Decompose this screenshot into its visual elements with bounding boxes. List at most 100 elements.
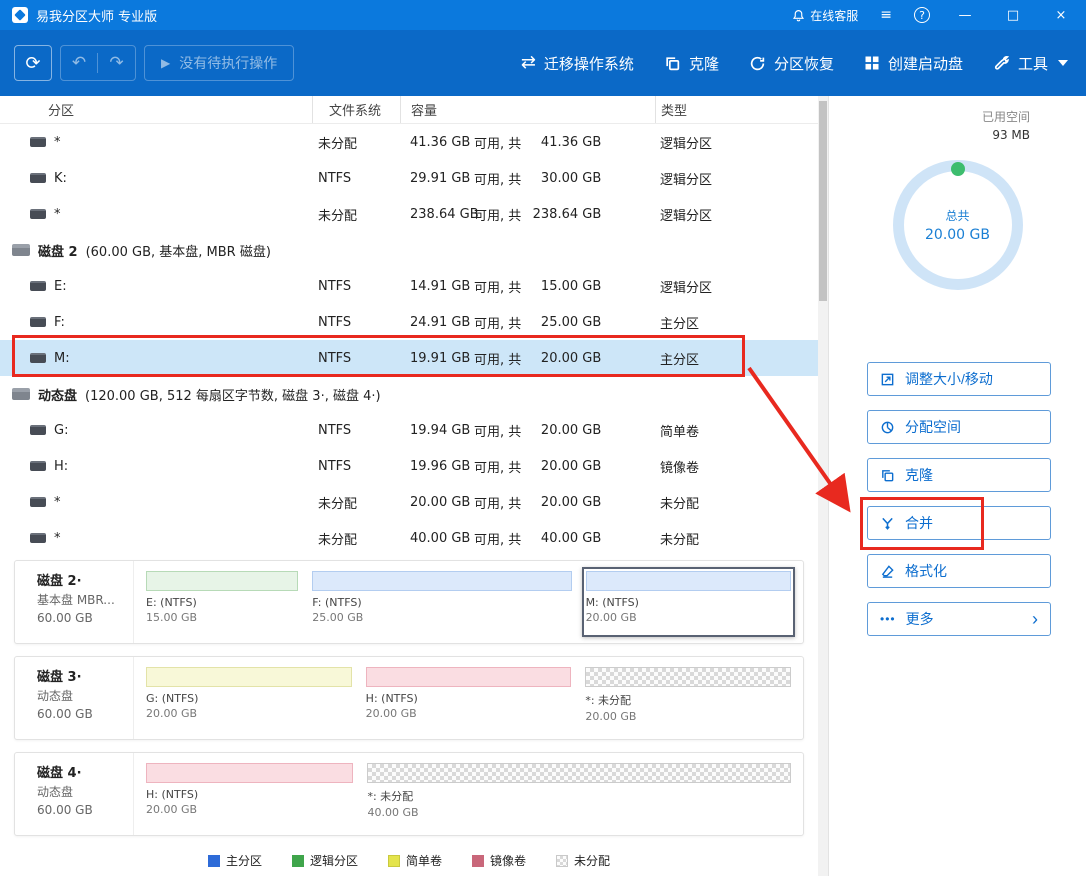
column-header-type[interactable]: 类型 xyxy=(655,96,818,123)
vertical-scrollbar[interactable] xyxy=(818,96,828,876)
partition-bar xyxy=(367,763,791,783)
clone-toolbar-label: 克隆 xyxy=(689,53,719,74)
undo-icon[interactable]: ↶ xyxy=(61,53,98,73)
online-service-button[interactable]: 在线客服 xyxy=(792,7,858,24)
resize-move-icon xyxy=(880,372,895,387)
undo-redo-group: ↶ ↷ xyxy=(60,45,136,81)
table-row[interactable]: * 未分配 40.00 GB可用, 共40.00 GB 未分配 xyxy=(0,520,818,556)
clone-toolbar-button[interactable]: 克隆 xyxy=(664,53,719,74)
partition-icon xyxy=(30,209,46,219)
table-row[interactable]: * 未分配 41.36 GB可用, 共41.36 GB 逻辑分区 xyxy=(0,124,818,160)
partition-block[interactable]: *: 未分配 40.00 GB xyxy=(363,759,795,829)
bootable-disk-icon xyxy=(864,55,880,71)
refresh-button[interactable]: ⟳ xyxy=(14,45,52,81)
legend-mirror-swatch xyxy=(472,855,484,867)
partition-block-size: 25.00 GB xyxy=(312,611,571,624)
table-row-selected[interactable]: M: NTFS 19.91 GB可用, 共20.00 GB 主分区 xyxy=(0,340,818,376)
minimize-button[interactable]: — xyxy=(952,8,978,23)
table-row[interactable]: G: NTFS 19.94 GB可用, 共20.00 GB 简单卷 xyxy=(0,412,818,448)
table-row[interactable]: * 未分配 238.64 GB可用, 共238.64 GB 逻辑分区 xyxy=(0,196,818,232)
allocate-space-label: 分配空间 xyxy=(905,417,961,437)
capacity-sep: 可用, 共 xyxy=(474,133,521,152)
partition-block-label: H: (NTFS) xyxy=(366,692,572,705)
partition-block[interactable]: H: (NTFS) 20.00 GB xyxy=(362,663,576,733)
merge-icon xyxy=(880,516,895,531)
partition-block[interactable]: G: (NTFS) 20.00 GB xyxy=(142,663,356,733)
disk-group-row[interactable]: 动态盘 (120.00 GB, 512 每扇区字节数, 磁盘 3·, 磁盘 4·… xyxy=(0,376,818,412)
partition-name: F: xyxy=(54,315,65,330)
capacity-free: 238.64 GB xyxy=(410,207,468,222)
capacity-total: 15.00 GB xyxy=(527,279,601,294)
allocate-space-icon xyxy=(880,420,895,435)
partition-icon xyxy=(30,281,46,291)
format-button[interactable]: 格式化 xyxy=(867,554,1051,588)
table-row[interactable]: * 未分配 20.00 GB可用, 共20.00 GB 未分配 xyxy=(0,484,818,520)
table-row[interactable]: E: NTFS 14.91 GB可用, 共15.00 GB 逻辑分区 xyxy=(0,268,818,304)
partition-name: M: xyxy=(54,351,70,366)
clone-button[interactable]: 克隆 xyxy=(867,458,1051,492)
disk-detail: (120.00 GB, 512 每扇区字节数, 磁盘 3·, 磁盘 4·) xyxy=(85,385,381,404)
capacity-sep: 可用, 共 xyxy=(474,205,521,224)
help-icon[interactable]: ? xyxy=(914,7,930,23)
disk-detail: (60.00 GB, 基本盘, MBR 磁盘) xyxy=(86,241,271,260)
allocate-space-button[interactable]: 分配空间 xyxy=(867,410,1051,444)
partition-block[interactable]: E: (NTFS) 15.00 GB xyxy=(142,567,302,637)
partition-icon xyxy=(30,533,46,543)
partition-name: * xyxy=(54,495,61,510)
capacity-free: 20.00 GB xyxy=(410,495,468,510)
disk-map-section: 磁盘 2· 基本盘 MBR... 60.00 GB E: (NTFS) 15.0… xyxy=(0,556,818,836)
type-value: 简单卷 xyxy=(655,421,818,440)
partition-bar xyxy=(146,667,352,687)
partition-name: * xyxy=(54,207,61,222)
partition-block[interactable]: *: 未分配 20.00 GB xyxy=(581,663,795,733)
menu-icon[interactable]: ≡ xyxy=(880,8,892,22)
partition-block[interactable]: H: (NTFS) 20.00 GB xyxy=(142,759,357,829)
column-header-capacity[interactable]: 容量 xyxy=(400,96,655,123)
donut-center-label: 总共 xyxy=(945,207,969,224)
pending-operations-button[interactable]: ▶ 没有待执行操作 xyxy=(144,45,294,81)
tools-button[interactable]: 工具 xyxy=(993,53,1068,74)
capacity-sep: 可用, 共 xyxy=(474,313,521,332)
clone-label: 克隆 xyxy=(905,465,933,485)
merge-button[interactable]: 合并 xyxy=(867,506,1051,540)
column-header-partition[interactable]: 分区 xyxy=(0,96,312,123)
partition-icon xyxy=(30,461,46,471)
close-button[interactable]: × xyxy=(1048,8,1074,23)
create-bootable-button[interactable]: 创建启动盘 xyxy=(864,53,963,74)
table-row[interactable]: F: NTFS 24.91 GB可用, 共25.00 GB 主分区 xyxy=(0,304,818,340)
legend: 主分区 逻辑分区 简单卷 镜像卷 未分配 xyxy=(0,848,818,869)
table-row[interactable]: K: NTFS 29.91 GB可用, 共30.00 GB 逻辑分区 xyxy=(0,160,818,196)
partition-block-size: 20.00 GB xyxy=(146,803,353,816)
app-window: 易我分区大师 专业版 在线客服 ≡ ? — □ × ⟳ ↶ ↷ ▶ 没有待执行操… xyxy=(0,0,1086,876)
more-button[interactable]: ••• 更多 › xyxy=(867,602,1051,636)
migrate-os-button[interactable]: ⇄ 迁移操作系统 xyxy=(521,53,634,74)
disk-group-row[interactable]: 磁盘 2 (60.00 GB, 基本盘, MBR 磁盘) xyxy=(0,232,818,268)
table-row[interactable]: H: NTFS 19.96 GB可用, 共20.00 GB 镜像卷 xyxy=(0,448,818,484)
resize-move-button[interactable]: 调整大小/移动 xyxy=(867,362,1051,396)
capacity-sep: 可用, 共 xyxy=(474,277,521,296)
disk-map-size: 60.00 GB xyxy=(37,705,133,723)
partition-name: * xyxy=(54,531,61,546)
scrollbar-thumb[interactable] xyxy=(819,101,827,301)
disk-map-size: 60.00 GB xyxy=(37,609,133,627)
partition-bar xyxy=(586,571,791,591)
used-space-value: 93 MB xyxy=(982,126,1030,144)
column-header-filesystem[interactable]: 文件系统 xyxy=(312,96,400,123)
filesystem-value: NTFS xyxy=(312,279,400,294)
redo-icon[interactable]: ↷ xyxy=(98,53,135,73)
capacity-free: 19.94 GB xyxy=(410,423,468,438)
partition-recovery-label: 分区恢复 xyxy=(774,53,834,74)
partition-icon xyxy=(30,353,46,363)
capacity-sep: 可用, 共 xyxy=(474,493,521,512)
capacity-donut-chart: 总共 20.00 GB xyxy=(893,160,1023,290)
capacity-free: 19.96 GB xyxy=(410,459,468,474)
capacity-total: 40.00 GB xyxy=(527,531,601,546)
partition-block-selected[interactable]: M: (NTFS) 20.00 GB xyxy=(582,567,795,637)
donut-center-value: 20.00 GB xyxy=(925,227,990,243)
partition-recovery-button[interactable]: 分区恢复 xyxy=(749,53,834,74)
partition-block[interactable]: F: (NTFS) 25.00 GB xyxy=(308,567,575,637)
type-value: 逻辑分区 xyxy=(655,205,818,224)
maximize-button[interactable]: □ xyxy=(1000,8,1026,23)
partition-icon xyxy=(30,317,46,327)
capacity-free: 41.36 GB xyxy=(410,135,468,150)
